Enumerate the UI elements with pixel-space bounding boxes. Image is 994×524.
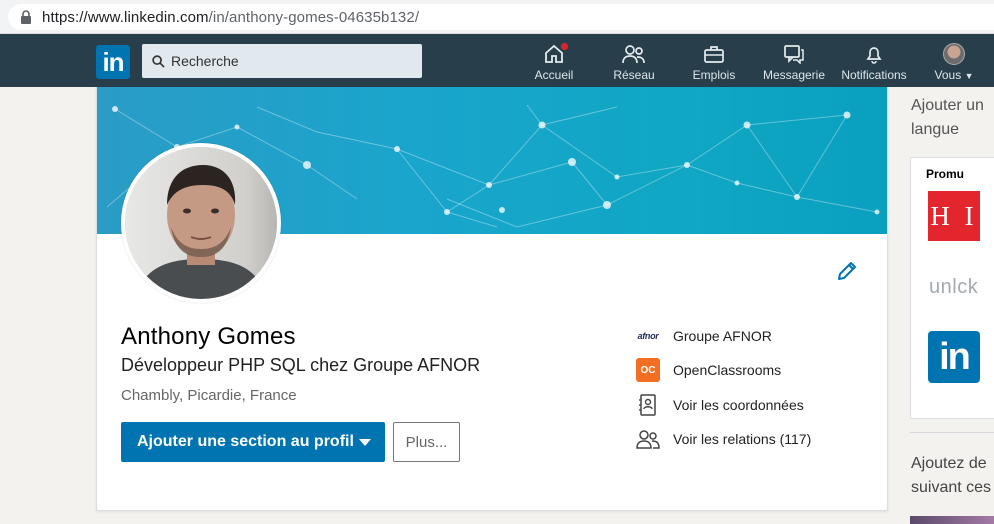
- contact-card-icon: [635, 393, 661, 417]
- pencil-icon: [838, 262, 856, 280]
- side-item-contact[interactable]: Voir les coordonnées: [635, 393, 804, 417]
- url-host: https://www.linkedin.com: [42, 8, 209, 26]
- profile-name: Anthony Gomes: [121, 323, 296, 350]
- promo-image-strip: [910, 516, 994, 524]
- nav-network-label: Réseau: [613, 68, 655, 82]
- notification-badge: [559, 41, 570, 52]
- profile-headline: Développeur PHP SQL chez Groupe AFNOR: [121, 355, 481, 375]
- nav-messaging[interactable]: Messagerie: [760, 42, 828, 86]
- suggestions-text: Ajoutez de suivant ces: [911, 455, 992, 496]
- top-nav: in Accueil Réseau Emplois Messagerie Not…: [0, 34, 994, 87]
- promo-title: Promu: [926, 167, 965, 181]
- nav-home-label: Accueil: [534, 68, 574, 82]
- side-item-connections[interactable]: Voir les relations (117): [635, 427, 811, 451]
- more-button[interactable]: Plus...: [393, 422, 460, 462]
- nav-notifications[interactable]: Notifications: [838, 42, 910, 86]
- profile-location: Chambly, Picardie, France: [121, 387, 297, 404]
- profile-photo[interactable]: [121, 143, 281, 303]
- right-divider: [910, 432, 994, 433]
- nav-network[interactable]: Réseau: [609, 42, 659, 86]
- nav-jobs-label: Emplois: [692, 68, 736, 82]
- search-icon: [152, 54, 165, 68]
- search-box[interactable]: [142, 44, 422, 78]
- nav-jobs[interactable]: Emplois: [689, 42, 739, 86]
- side-item-company[interactable]: afnor Groupe AFNOR: [635, 324, 772, 348]
- openclassrooms-logo: OC: [635, 358, 661, 382]
- side-item-school-label: OpenClassrooms: [673, 362, 782, 378]
- afnor-logo: afnor: [637, 331, 659, 341]
- nav-notifications-label: Notifications: [841, 68, 907, 82]
- search-input[interactable]: [171, 53, 411, 69]
- linkedin-logo[interactable]: in: [96, 45, 130, 79]
- url-field[interactable]: https://www.linkedin.com/in/anthony-gome…: [8, 4, 994, 30]
- nav-messaging-label: Messagerie: [762, 68, 826, 82]
- nav-me[interactable]: Vous ▼: [930, 42, 978, 86]
- side-item-contact-label: Voir les coordonnées: [673, 397, 804, 413]
- network-icon: [622, 45, 645, 64]
- caret-down-icon: ▼: [964, 71, 974, 81]
- side-item-school[interactable]: OC OpenClassrooms: [635, 358, 781, 382]
- connections-icon: [635, 427, 661, 451]
- url-path: /in/anthony-gomes-04635b132/: [208, 8, 420, 26]
- linkedin-promo-logo[interactable]: in: [928, 331, 980, 383]
- side-item-connections-label: Voir les relations (117): [673, 431, 812, 447]
- edit-profile-button[interactable]: [835, 259, 859, 288]
- messaging-icon: [784, 45, 804, 64]
- side-item-company-label: Groupe AFNOR: [673, 328, 772, 344]
- bell-icon: [866, 47, 882, 64]
- add-profile-section-button[interactable]: Ajouter une section au profil: [121, 422, 385, 462]
- unlock-logo[interactable]: unlck: [929, 276, 978, 299]
- nav-me-label: Vous ▼: [930, 68, 978, 82]
- url-text: https://www.linkedin.com/in/anthony-gome…: [42, 9, 419, 26]
- nav-me-text: Vous: [934, 68, 962, 82]
- add-language-heading[interactable]: Ajouter un langue: [911, 94, 994, 142]
- avatar-icon: [943, 43, 965, 65]
- profile-card: Anthony Gomes Développeur PHP SQL chez G…: [96, 87, 888, 511]
- promo-panel: Promu H I unlck in: [910, 157, 994, 419]
- lock-icon: [16, 4, 36, 30]
- briefcase-icon: [704, 46, 724, 63]
- caret-down-icon: [359, 439, 371, 446]
- add-profile-section-label: Ajouter une section au profil: [137, 433, 354, 450]
- browser-address-bar: https://www.linkedin.com/in/anthony-gome…: [0, 0, 994, 34]
- hi-logo[interactable]: H I: [928, 191, 980, 241]
- nav-home[interactable]: Accueil: [529, 41, 579, 86]
